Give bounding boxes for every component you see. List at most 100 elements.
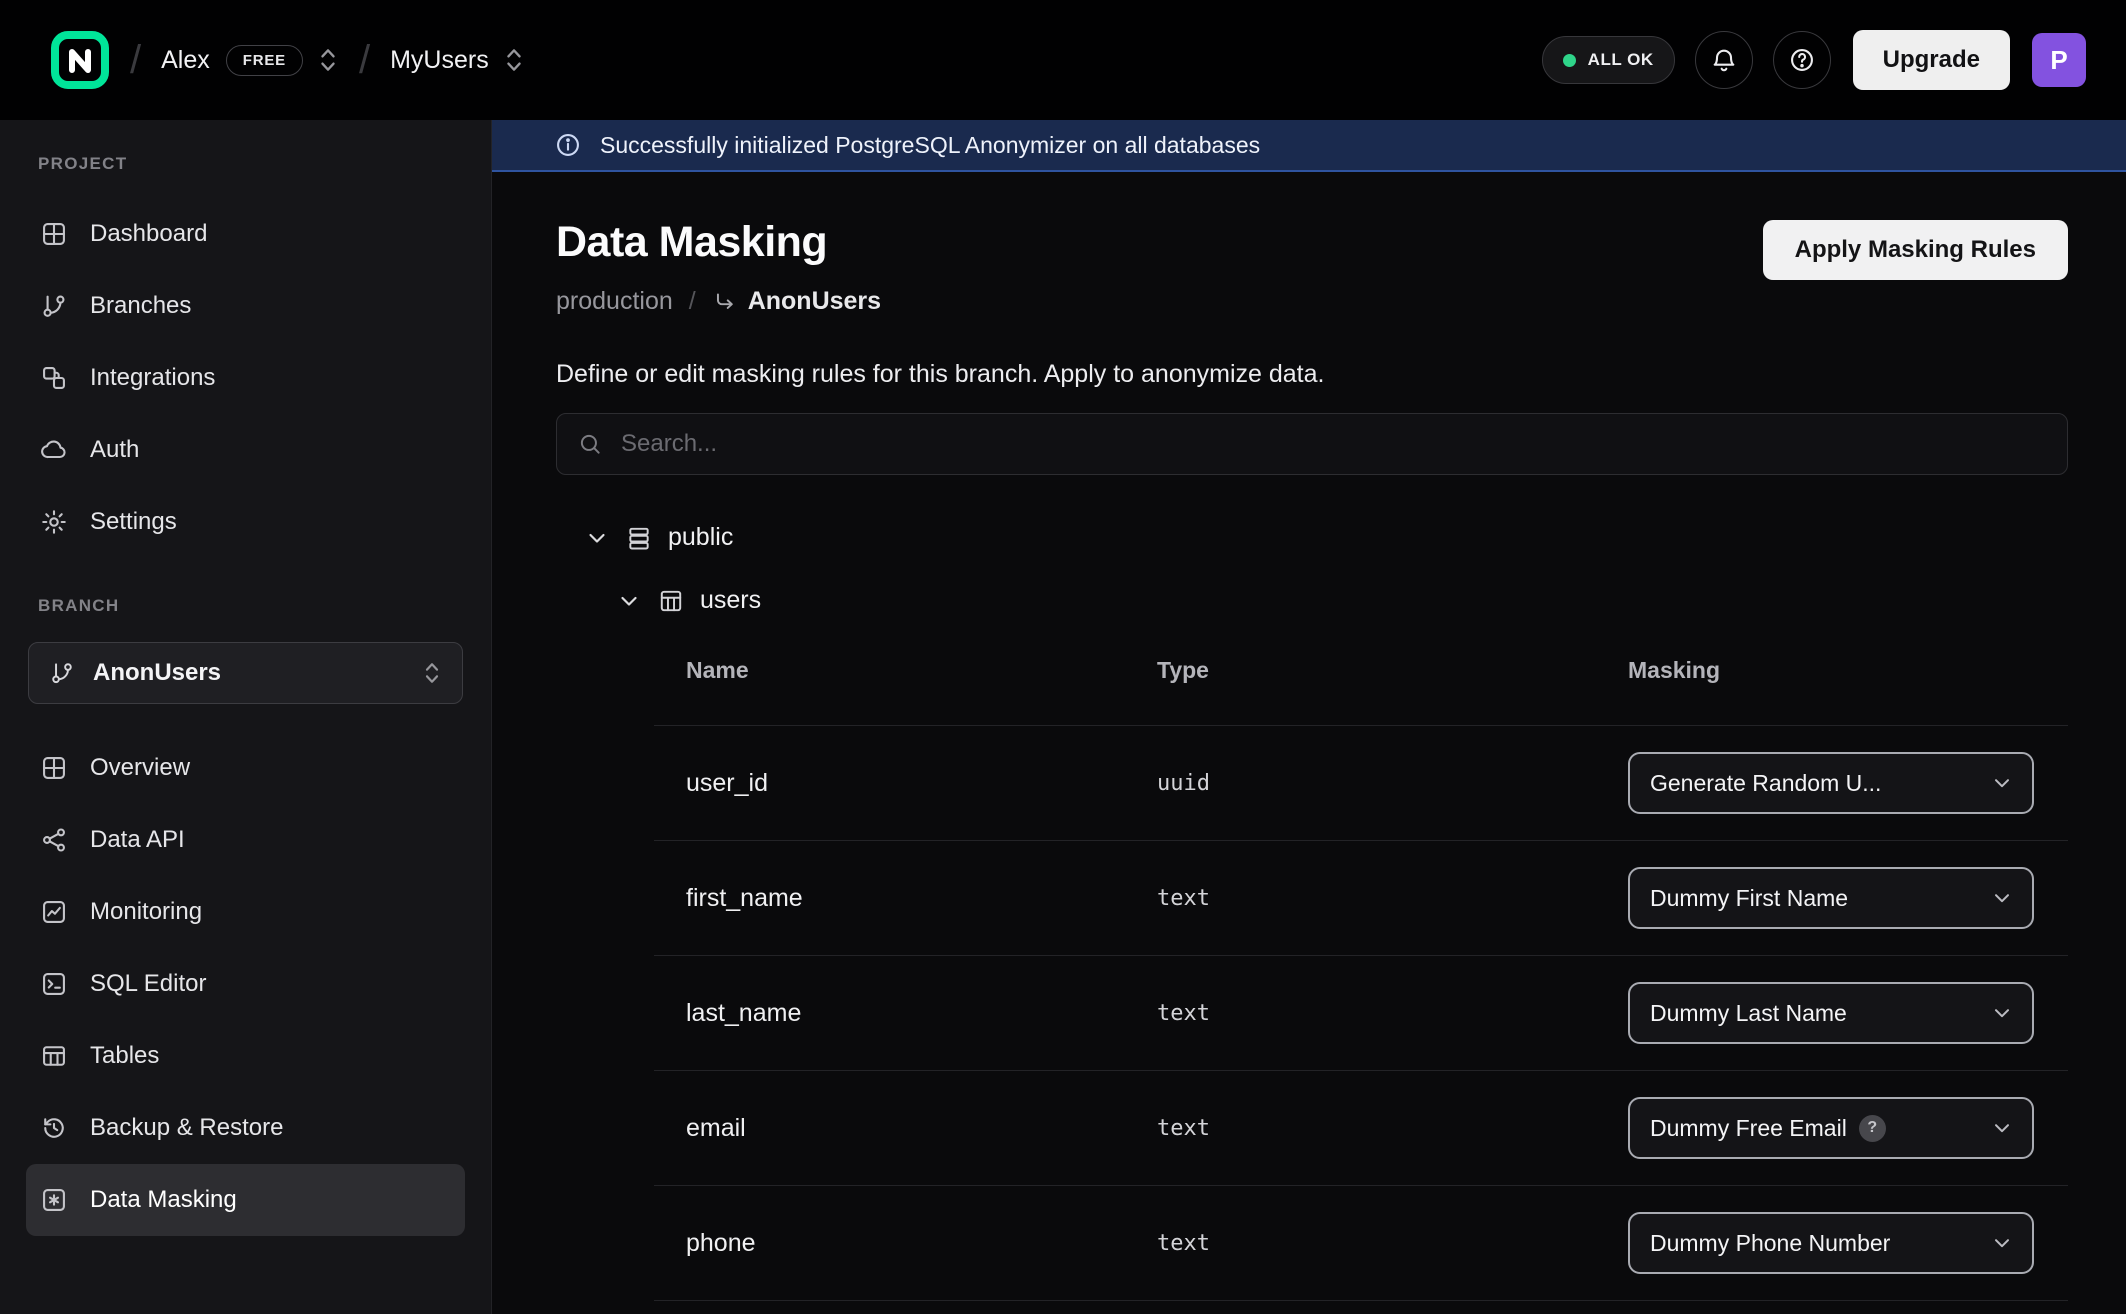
- status-label: ALL OK: [1588, 50, 1654, 70]
- sidebar-item-data-masking[interactable]: Data Masking: [26, 1164, 465, 1236]
- page-description: Define or edit masking rules for this br…: [556, 360, 2068, 389]
- dashboard-icon: [40, 220, 68, 248]
- page-title: Data Masking: [556, 218, 881, 267]
- breadcrumb-separator: /: [359, 38, 370, 83]
- chevron-down-icon[interactable]: [616, 588, 642, 614]
- masking-select[interactable]: Generate Random U...: [1628, 752, 2034, 814]
- chevron-down-icon: [1990, 1116, 2014, 1140]
- status-badge[interactable]: ALL OK: [1542, 36, 1675, 84]
- sidebar-item-label: Auth: [90, 436, 139, 464]
- share-nodes-icon: [40, 826, 68, 854]
- plan-badge: FREE: [226, 45, 303, 76]
- corner-down-right-icon: [712, 289, 738, 315]
- chart-icon: [40, 898, 68, 926]
- main-panel: Successfully initialized PostgreSQL Anon…: [492, 120, 2126, 1314]
- table-tree-item[interactable]: users: [616, 586, 2068, 615]
- terminal-icon: [40, 970, 68, 998]
- avatar[interactable]: P: [2032, 33, 2086, 87]
- sidebar-item-label: Tables: [90, 1042, 159, 1070]
- apply-masking-rules-button[interactable]: Apply Masking Rules: [1763, 220, 2068, 280]
- table-row: last_name text Dummy Last Name: [654, 956, 2068, 1071]
- masking-select-value: Dummy Last Name: [1650, 1000, 1847, 1027]
- column-name: phone: [654, 1229, 1141, 1258]
- org-name[interactable]: Alex: [161, 46, 210, 75]
- sidebar-item-sql-editor[interactable]: SQL Editor: [26, 948, 465, 1020]
- masking-select[interactable]: Dummy Last Name: [1628, 982, 2034, 1044]
- org-selector-chevrons-icon[interactable]: [317, 45, 339, 75]
- sidebar-item-integrations[interactable]: Integrations: [26, 342, 465, 414]
- sidebar-item-backup-restore[interactable]: Backup & Restore: [26, 1092, 465, 1164]
- upgrade-button[interactable]: Upgrade: [1853, 30, 2010, 90]
- table-row: first_name text Dummy First Name: [654, 841, 2068, 956]
- breadcrumb-current: AnonUsers: [712, 287, 881, 316]
- project-section-label: PROJECT: [38, 154, 453, 174]
- table-header-row: Name Type Masking: [654, 615, 2068, 726]
- top-bar: / Alex FREE / MyUsers ALL OK: [0, 0, 2126, 120]
- masking-select-value: Dummy Phone Number: [1650, 1230, 1890, 1257]
- sidebar-item-label: Backup & Restore: [90, 1114, 283, 1142]
- sidebar-item-label: Integrations: [90, 364, 215, 392]
- chevron-down-icon: [1990, 886, 2014, 910]
- column-header-masking: Masking: [1628, 657, 2068, 684]
- sidebar-item-auth[interactable]: Auth: [26, 414, 465, 486]
- sidebar-item-overview[interactable]: Overview: [26, 732, 465, 804]
- sidebar-item-dashboard[interactable]: Dashboard: [26, 198, 465, 270]
- chevron-down-icon: [1990, 1001, 2014, 1025]
- masking-select-value: Dummy First Name: [1650, 885, 1848, 912]
- cloud-icon: [40, 436, 68, 464]
- column-type: text: [1141, 1231, 1628, 1256]
- history-clock-icon: [40, 1114, 68, 1142]
- sidebar-item-tables[interactable]: Tables: [26, 1020, 465, 1092]
- masking-select[interactable]: Dummy First Name: [1628, 867, 2034, 929]
- app-window: / Alex FREE / MyUsers ALL OK: [0, 0, 2126, 1314]
- help-button[interactable]: [1773, 31, 1831, 89]
- help-icon[interactable]: ?: [1859, 1115, 1886, 1142]
- breadcrumb-current-label: AnonUsers: [748, 287, 881, 316]
- neon-logo-icon[interactable]: [50, 30, 110, 90]
- breadcrumb-separator: /: [689, 287, 696, 316]
- column-type: text: [1141, 1001, 1628, 1026]
- overview-grid-icon: [40, 754, 68, 782]
- chevron-down-icon: [1990, 771, 2014, 795]
- breadcrumb: production / AnonUsers: [556, 287, 881, 316]
- sidebar-item-label: Branches: [90, 292, 191, 320]
- notifications-button[interactable]: [1695, 31, 1753, 89]
- git-branch-icon: [40, 292, 68, 320]
- chevron-down-icon[interactable]: [584, 525, 610, 551]
- search-icon: [577, 431, 603, 457]
- schema-icon: [626, 525, 652, 551]
- sidebar-item-label: Data Masking: [90, 1186, 237, 1214]
- question-circle-icon: [1788, 46, 1816, 74]
- breadcrumb-separator: /: [130, 38, 141, 83]
- success-banner: Successfully initialized PostgreSQL Anon…: [492, 120, 2126, 172]
- sidebar-item-label: Data API: [90, 826, 185, 854]
- branch-selector-value: AnonUsers: [93, 659, 221, 687]
- schema-tree-item[interactable]: public: [584, 523, 2068, 552]
- breadcrumb-parent[interactable]: production: [556, 287, 673, 316]
- column-header-type: Type: [1141, 657, 1628, 684]
- sidebar-item-label: Settings: [90, 508, 177, 536]
- sidebar-item-branches[interactable]: Branches: [26, 270, 465, 342]
- project-selector-chevrons-icon[interactable]: [503, 45, 525, 75]
- table-name: users: [700, 586, 761, 615]
- branch-selector-chevrons-icon: [422, 659, 442, 687]
- sidebar-item-data-api[interactable]: Data API: [26, 804, 465, 876]
- sidebar: PROJECT Dashboard Branches: [0, 120, 492, 1314]
- masking-select-value: Generate Random U...: [1650, 770, 1881, 797]
- branch-selector[interactable]: AnonUsers: [28, 642, 463, 704]
- sidebar-item-monitoring[interactable]: Monitoring: [26, 876, 465, 948]
- bell-icon: [1710, 46, 1738, 74]
- project-name[interactable]: MyUsers: [390, 46, 489, 75]
- column-name: last_name: [654, 999, 1141, 1028]
- masking-table: Name Type Masking user_id uuid Generate …: [654, 615, 2068, 1301]
- integrations-icon: [40, 364, 68, 392]
- branch-section-label: BRANCH: [38, 596, 453, 616]
- masking-select[interactable]: Dummy Free Email ?: [1628, 1097, 2034, 1159]
- masking-select[interactable]: Dummy Phone Number: [1628, 1212, 2034, 1274]
- search-input[interactable]: [619, 429, 2047, 459]
- table-row: user_id uuid Generate Random U...: [654, 726, 2068, 841]
- sidebar-item-label: Monitoring: [90, 898, 202, 926]
- git-branch-icon: [49, 660, 75, 686]
- sidebar-item-settings[interactable]: Settings: [26, 486, 465, 558]
- search-bar: [556, 413, 2068, 475]
